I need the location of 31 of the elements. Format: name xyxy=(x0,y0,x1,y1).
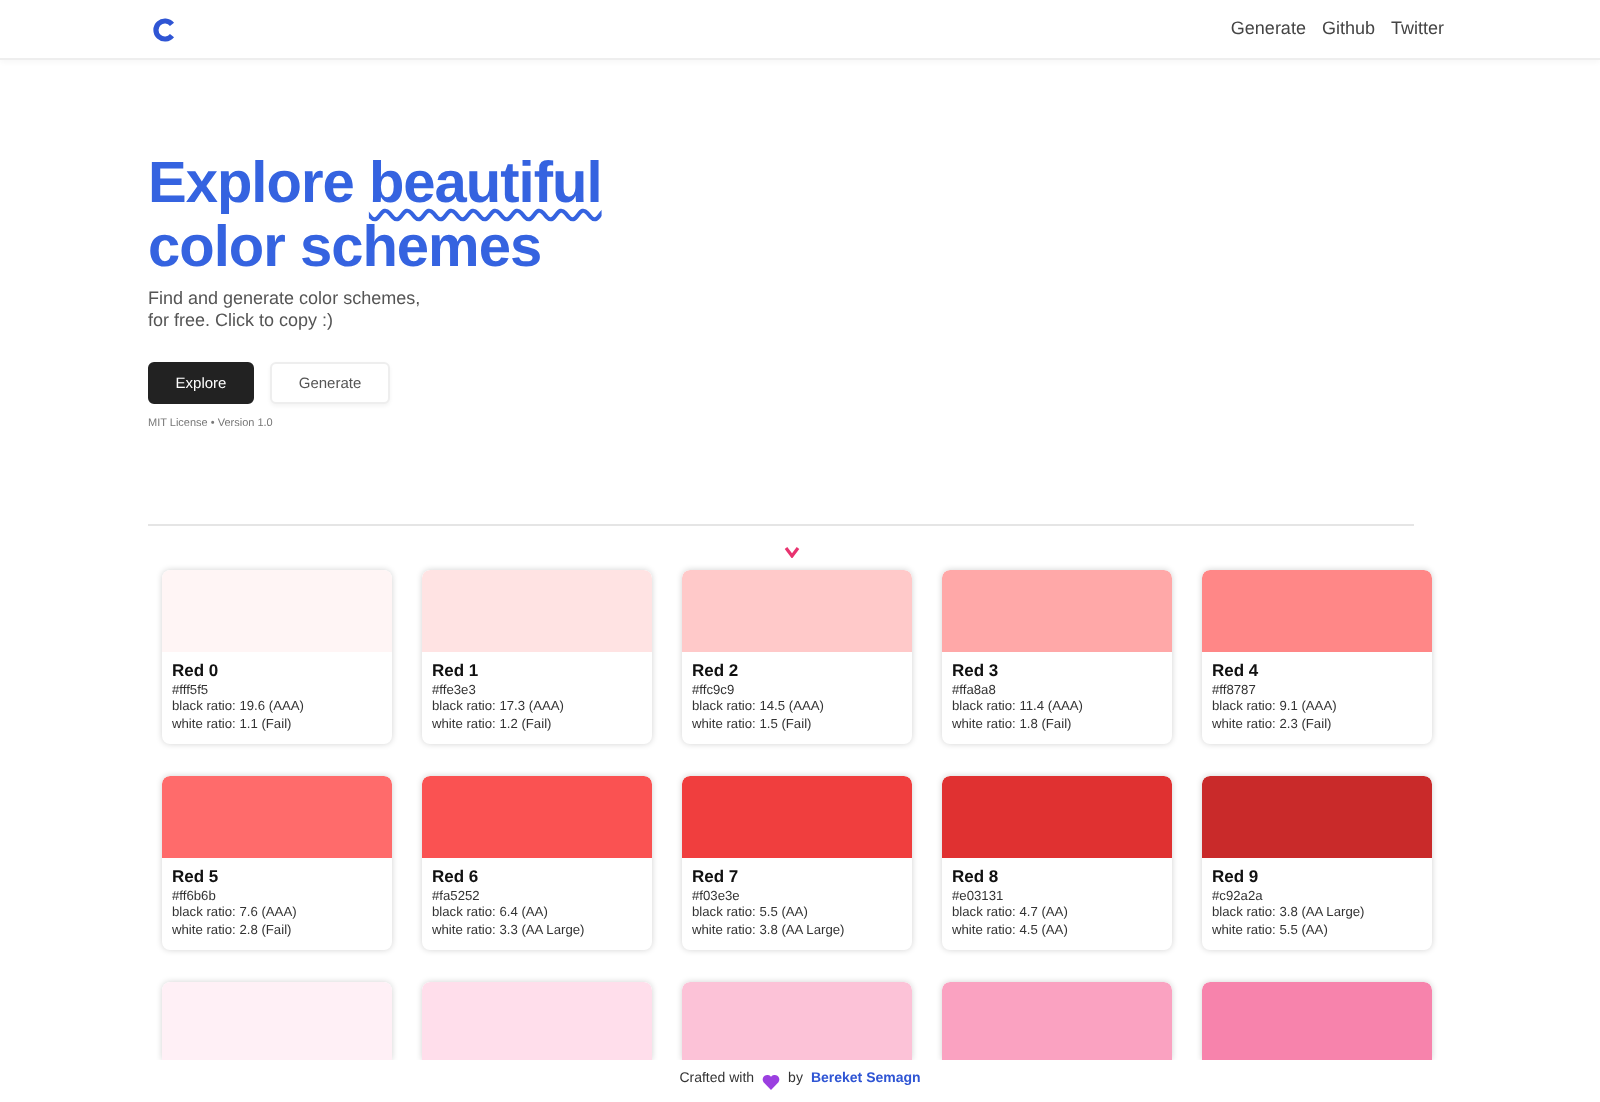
color-swatch[interactable] xyxy=(422,775,652,858)
color-swatch[interactable] xyxy=(942,981,1172,1060)
hero-subtitle: Find and generate color schemes, for free. Click to copy :) xyxy=(148,287,423,331)
color-name: Red 4 xyxy=(1212,659,1261,681)
nav-link[interactable]: Generate xyxy=(1230,15,1306,43)
heart-icon xyxy=(762,1073,781,1089)
color-swatch[interactable] xyxy=(422,569,652,652)
color-swatch[interactable] xyxy=(682,569,912,652)
nav-link[interactable]: Github xyxy=(1321,15,1375,43)
logo-icon[interactable] xyxy=(152,17,176,41)
chevron-down-icon xyxy=(784,545,800,558)
color-swatch[interactable] xyxy=(682,775,912,858)
color-swatch[interactable] xyxy=(682,981,912,1060)
color-name: Red 2 xyxy=(692,659,741,681)
color-name: Red 6 xyxy=(432,865,481,887)
color-name: Red 5 xyxy=(172,865,221,887)
color-name: Red 7 xyxy=(692,865,741,887)
color-swatch[interactable] xyxy=(1202,775,1432,858)
color-name: Red 9 xyxy=(1212,865,1261,887)
color-swatch[interactable] xyxy=(942,569,1172,652)
nav-link[interactable]: Twitter xyxy=(1390,15,1444,43)
color-swatch[interactable] xyxy=(162,775,392,858)
color-swatch[interactable] xyxy=(1202,981,1432,1060)
color-name: Red 8 xyxy=(952,865,1001,887)
color-swatch[interactable] xyxy=(422,981,652,1060)
color-name: Red 1 xyxy=(432,659,481,681)
color-name: Red 0 xyxy=(172,659,221,681)
color-swatch[interactable] xyxy=(942,775,1172,858)
hero-heading: Explore beautiful color schemes xyxy=(148,154,604,282)
color-name: Red 3 xyxy=(952,659,1001,681)
color-swatch[interactable] xyxy=(1202,569,1432,652)
